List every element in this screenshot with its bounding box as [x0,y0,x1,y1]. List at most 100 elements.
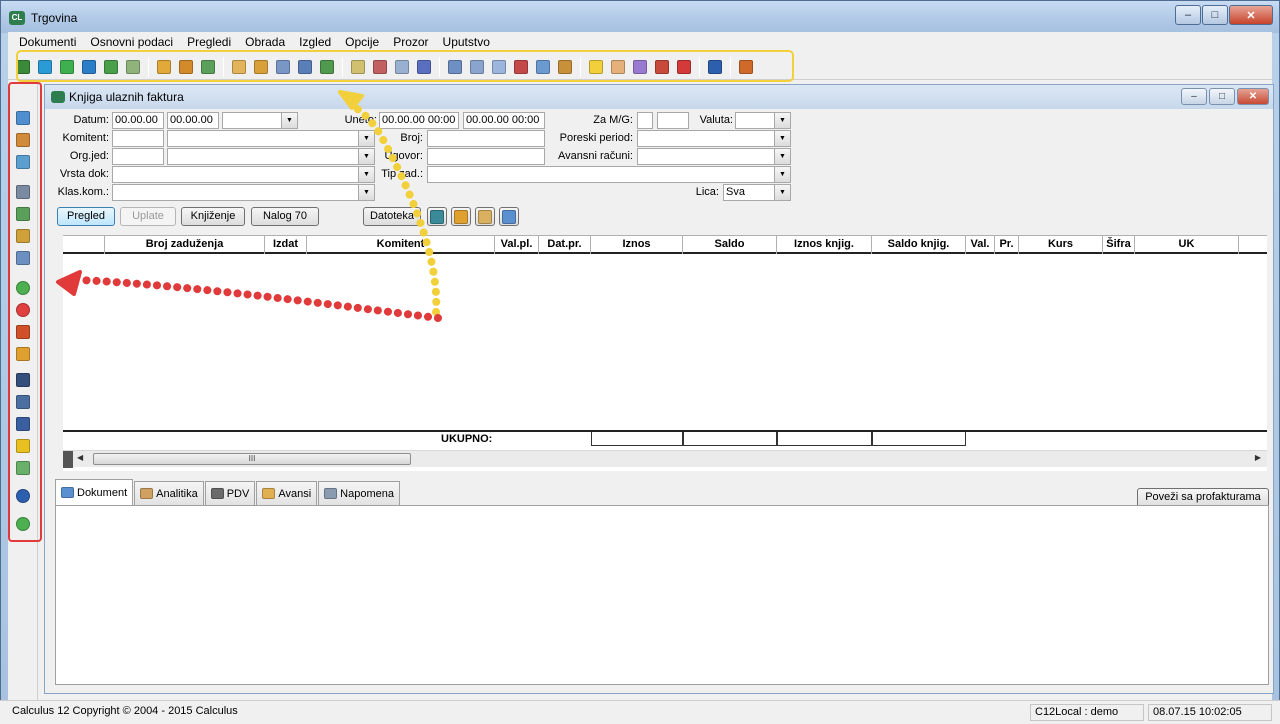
prev-record-button[interactable] [35,57,55,77]
report-button[interactable] [511,57,531,77]
chevron-down-icon[interactable]: ▼ [774,149,790,164]
menu-osnovni-podaci[interactable]: Osnovni podaci [83,32,180,52]
tab-pdv[interactable]: PDV [204,481,256,505]
column-header[interactable]: Val.pl. [495,236,539,254]
column-header[interactable]: Šifra [1103,236,1135,254]
komitent-code-field[interactable] [112,130,164,147]
horizontal-scrollbar[interactable]: ◀ III ▶ [63,450,1267,468]
uneto-to-field[interactable]: 00.00.00 00:00 [463,112,545,129]
poreski-period-combo[interactable]: ▼ [637,130,791,147]
scroll-right-icon[interactable]: ▶ [1255,453,1261,462]
klas-kom-combo[interactable]: ▼ [112,184,375,201]
menu-obrada[interactable]: Obrada [238,32,292,52]
datoteka-button[interactable]: Datoteka [363,207,421,226]
menu-uputstvo[interactable]: Uputstvo [436,32,497,52]
datum-period-combo[interactable]: ▼ [222,112,298,129]
settings-button[interactable] [630,57,650,77]
tip-zad-combo[interactable]: ▼ [427,166,791,183]
column-header[interactable]: Saldo [683,236,777,254]
print-side-button[interactable] [13,182,33,202]
column-header[interactable]: Val. [966,236,995,254]
bulb-button[interactable] [586,57,606,77]
datum-to-field[interactable]: 00.00.00 [167,112,219,129]
pregled-button[interactable]: Pregled [57,207,115,226]
refresh-button[interactable] [57,57,77,77]
child-minimize-button[interactable]: – [1181,88,1207,105]
exit-button[interactable] [736,57,756,77]
forward-button[interactable] [198,57,218,77]
import-button[interactable] [154,57,174,77]
uneto-from-field[interactable]: 00.00.00 00:00 [379,112,459,129]
column-header[interactable]: Iznos [591,236,683,254]
copy-button[interactable] [348,57,368,77]
help-side-button[interactable] [13,486,33,506]
column-header[interactable]: Komitent [307,236,495,254]
chart-button[interactable] [533,57,553,77]
column-header[interactable]: Iznos knjig. [777,236,872,254]
vrsta-dok-combo[interactable]: ▼ [112,166,375,183]
datum-from-field[interactable]: 00.00.00 [112,112,164,129]
table-button[interactable] [414,57,434,77]
zamg-month-field[interactable] [637,112,653,129]
chevron-down-icon[interactable]: ▼ [774,185,790,200]
find-side-button[interactable] [13,370,33,390]
minimize-button[interactable]: – [1175,5,1201,25]
menu-izgled[interactable]: Izgled [292,32,338,52]
collapse-side-button[interactable] [13,458,33,478]
structure-button[interactable] [499,207,519,226]
chevron-down-icon[interactable]: ▼ [774,131,790,146]
user-info-button[interactable] [451,207,471,226]
undo-side-button[interactable] [13,322,33,342]
save-side-button[interactable] [13,108,33,128]
knjizenje-button[interactable]: Knjiženje [181,207,245,226]
chevron-down-icon[interactable]: ▼ [281,113,297,128]
add-side-button[interactable] [13,278,33,298]
grid-button[interactable] [467,57,487,77]
filter-side-button[interactable] [13,436,33,456]
save-all-side-button[interactable] [13,130,33,150]
orgjed-code-field[interactable] [112,148,164,165]
valuta-combo[interactable]: ▼ [735,112,791,129]
edit-side-button[interactable] [13,344,33,364]
column-header[interactable]: Pr. [995,236,1019,254]
export-button[interactable] [101,57,121,77]
column-header[interactable]: Izdat [265,236,307,254]
tab-napomena[interactable]: Napomena [318,481,400,505]
komitent-combo[interactable]: ▼ [167,130,375,147]
remove-side-button[interactable] [13,300,33,320]
chevron-down-icon[interactable]: ▼ [358,185,374,200]
book-button[interactable] [555,57,575,77]
menu-dokumenti[interactable]: Dokumenti [12,32,83,52]
calculator-button[interactable] [652,57,672,77]
menu-pregledi[interactable]: Pregledi [180,32,238,52]
tab-analitika[interactable]: Analitika [134,481,204,505]
print-preview-side-button[interactable] [13,204,33,224]
child-maximize-button[interactable]: □ [1209,88,1235,105]
find-next-side-button[interactable] [13,392,33,412]
tab-dokument[interactable]: Dokument [55,479,134,505]
column-header[interactable] [63,236,105,254]
move-button[interactable] [176,57,196,77]
maximize-button[interactable]: □ [1202,5,1228,25]
columns-button[interactable] [445,57,465,77]
new-doc-button[interactable] [273,57,293,77]
column-header[interactable]: UK [1135,236,1239,254]
close-button[interactable]: ✕ [1229,5,1273,25]
tab-avansi[interactable]: Avansi [256,481,318,505]
people-side-button[interactable] [13,226,33,246]
nalog-70-button[interactable]: Nalog 70 [251,207,319,226]
scroll-left-icon[interactable]: ◀ [77,453,83,462]
broj-field[interactable] [427,130,545,147]
sort-side-button[interactable] [13,414,33,434]
edit-button[interactable] [251,57,271,77]
save-copy-side-button[interactable] [13,152,33,172]
chevron-down-icon[interactable]: ▼ [774,167,790,182]
chevron-down-icon[interactable]: ▼ [774,113,790,128]
next-record-button[interactable] [79,57,99,77]
save-green-button[interactable] [317,57,337,77]
first-record-button[interactable] [13,57,33,77]
column-header[interactable]: Dat.pr. [539,236,591,254]
save-button[interactable] [295,57,315,77]
column-header[interactable]: Kurs [1019,236,1103,254]
lica-combo[interactable]: Sva ▼ [723,184,791,201]
